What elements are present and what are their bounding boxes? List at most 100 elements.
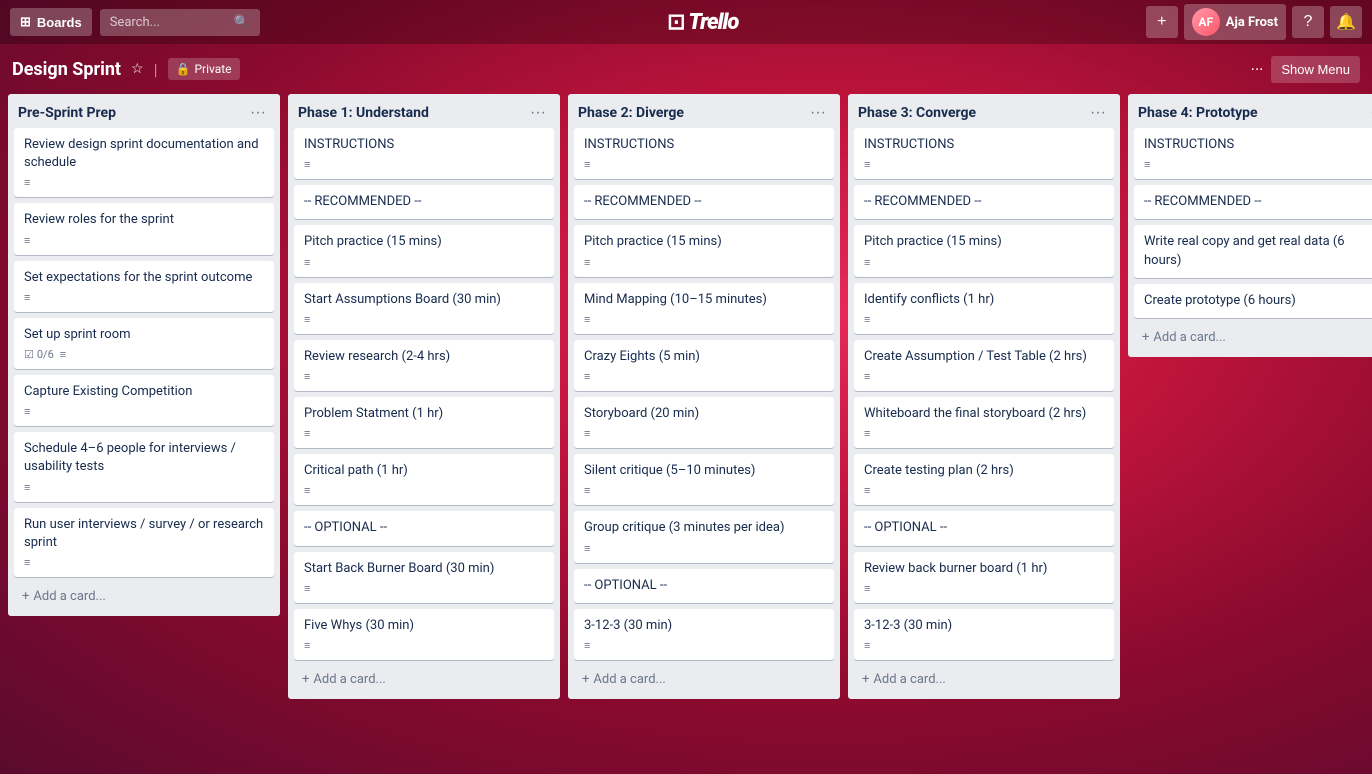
card-p2c6[interactable]: Storyboard (20 min)≡ — [574, 397, 834, 448]
card-c2[interactable]: Review roles for the sprint ≡ — [14, 203, 274, 254]
card-p1c3[interactable]: Pitch practice (15 mins)≡ — [294, 225, 554, 276]
board-header-right: ··· Show Menu — [1251, 56, 1360, 83]
card-title-p3c10: 3-12-3 (30 min) — [864, 617, 1104, 635]
info-button[interactable]: ? — [1292, 6, 1324, 38]
card-footer-p1c5: ≡ — [304, 370, 544, 383]
search-placeholder: Search... — [110, 15, 160, 30]
card-p4c1[interactable]: INSTRUCTIONS ≡ — [1134, 128, 1372, 179]
card-p1c2[interactable]: -- RECOMMENDED -- — [294, 185, 554, 219]
list-menu-button-phase4[interactable]: ··· — [1366, 102, 1372, 124]
card-title-p2c6: Storyboard (20 min) — [584, 405, 824, 423]
star-icon[interactable]: ☆ — [131, 61, 144, 77]
card-p1c9[interactable]: Start Back Burner Board (30 min)≡ — [294, 552, 554, 603]
card-footer-p1c3: ≡ — [304, 256, 544, 269]
list-cards-phase1: INSTRUCTIONS≡ -- RECOMMENDED -- Pitch prac… — [288, 128, 560, 666]
card-title-c4: Set up sprint room — [24, 326, 264, 344]
card-lines-icon-p2c7: ≡ — [584, 484, 590, 497]
card-p1c7[interactable]: Critical path (1 hr)≡ — [294, 454, 554, 505]
add-card-button-phase2[interactable]: + Add a card... — [574, 666, 834, 693]
card-lines-icon-c5: ≡ — [24, 405, 30, 418]
card-title-c2: Review roles for the sprint — [24, 211, 264, 229]
boards-button[interactable]: ⊞ Boards — [10, 8, 92, 36]
card-c3[interactable]: Set expectations for the sprint outcome≡ — [14, 261, 274, 312]
card-lines-icon-c3: ≡ — [24, 291, 30, 304]
list-title-phase4: Phase 4: Prototype — [1138, 105, 1258, 121]
list-phase1: Phase 1: Understand···INSTRUCTIONS≡-- RE… — [288, 94, 560, 699]
card-title-p3c3: Pitch practice (15 mins) — [864, 233, 1104, 251]
add-card-button-pre-sprint[interactable]: + Add a card... — [14, 583, 274, 610]
trello-grid-icon: ⊡ — [667, 10, 684, 35]
checklist-icon: ☑ — [24, 348, 34, 361]
card-p1c6[interactable]: Problem Statment (1 hr)≡ — [294, 397, 554, 448]
card-p2c4[interactable]: Mind Mapping (10–15 minutes)≡ — [574, 283, 834, 334]
add-card-button-phase1[interactable]: + Add a card... — [294, 666, 554, 693]
separator: | — [154, 60, 158, 79]
card-p3c3[interactable]: Pitch practice (15 mins)≡ — [854, 225, 1114, 276]
card-p3c10[interactable]: 3-12-3 (30 min)≡ — [854, 609, 1114, 660]
top-nav: ⊞ Boards Search... 🔍 ⊡ Trello + AF Aja F… — [0, 0, 1372, 44]
card-p3c8[interactable]: -- OPTIONAL -- — [854, 511, 1114, 545]
board-header: Design Sprint ☆ | 🔒 Private ··· Show Men… — [0, 44, 1372, 94]
card-title-p2c1: INSTRUCTIONS — [584, 136, 824, 154]
card-p2c10[interactable]: 3-12-3 (30 min)≡ — [574, 609, 834, 660]
card-p2c5[interactable]: Crazy Eights (5 min)≡ — [574, 340, 834, 391]
card-p1c4[interactable]: Start Assumptions Board (30 min)≡ — [294, 283, 554, 334]
card-p4c3[interactable]: Write real copy and get real data (6 hou… — [1134, 225, 1372, 277]
card-c1[interactable]: Review design sprint documentation and s… — [14, 128, 274, 197]
show-menu-button[interactable]: Show Menu — [1271, 56, 1360, 83]
notifications-button[interactable]: 🔔 — [1330, 6, 1362, 38]
card-p2c9[interactable]: -- OPTIONAL -- — [574, 569, 834, 603]
card-p3c7[interactable]: Create testing plan (2 hrs)≡ — [854, 454, 1114, 505]
add-button[interactable]: + — [1146, 6, 1178, 38]
card-lines-icon-p4c1: ≡ — [1144, 158, 1150, 171]
card-p4c2[interactable]: -- RECOMMENDED -- — [1134, 185, 1372, 219]
user-menu[interactable]: AF Aja Frost — [1184, 4, 1286, 40]
list-header-phase2: Phase 2: Diverge··· — [568, 94, 840, 128]
search-bar[interactable]: Search... 🔍 — [100, 9, 260, 36]
list-menu-button-phase2[interactable]: ··· — [806, 102, 830, 124]
plus-icon: + — [582, 672, 589, 687]
card-title-p3c5: Create Assumption / Test Table (2 hrs) — [864, 348, 1104, 366]
user-name: Aja Frost — [1226, 15, 1278, 30]
card-lines-icon-c2: ≡ — [24, 234, 30, 247]
card-c4[interactable]: Set up sprint room☑ 0/6≡ — [14, 318, 274, 369]
add-card-label: Add a card... — [313, 672, 385, 687]
card-title-p4c1: INSTRUCTIONS — [1144, 136, 1372, 154]
card-p3c9[interactable]: Review back burner board (1 hr)≡ — [854, 552, 1114, 603]
list-menu-button-phase1[interactable]: ··· — [526, 102, 550, 124]
card-title-p3c1: INSTRUCTIONS — [864, 136, 1104, 154]
list-menu-button-phase3[interactable]: ··· — [1086, 102, 1110, 124]
card-p2c1[interactable]: INSTRUCTIONS≡ — [574, 128, 834, 179]
add-card-button-phase4[interactable]: + Add a card... — [1134, 324, 1372, 351]
card-p3c4[interactable]: Identify conflicts (1 hr)≡ — [854, 283, 1114, 334]
card-footer-p1c7: ≡ — [304, 484, 544, 497]
lock-icon: 🔒 — [176, 62, 191, 76]
list-phase4: Phase 4: Prototype ··· INSTRUCTIONS ≡ -- REC… — [1128, 94, 1372, 357]
card-p1c8[interactable]: -- OPTIONAL -- — [294, 511, 554, 545]
card-p1c5[interactable]: Review research (2-4 hrs)≡ — [294, 340, 554, 391]
card-p4c4[interactable]: Create prototype (6 hours) — [1134, 284, 1372, 318]
card-p1c10[interactable]: Five Whys (30 min)≡ — [294, 609, 554, 660]
card-footer-p2c7: ≡ — [584, 484, 824, 497]
private-label: Private — [194, 62, 231, 76]
card-lines-icon-p1c5: ≡ — [304, 370, 310, 383]
card-p1c1[interactable]: INSTRUCTIONS≡ — [294, 128, 554, 179]
card-footer-p2c5: ≡ — [584, 370, 824, 383]
avatar: AF — [1192, 8, 1220, 36]
card-footer-p2c3: ≡ — [584, 256, 824, 269]
private-badge[interactable]: 🔒 Private — [168, 58, 240, 80]
card-c7[interactable]: Run user interviews / survey / or resear… — [14, 508, 274, 577]
card-c5[interactable]: Capture Existing Competition≡ — [14, 375, 274, 426]
add-card-button-phase3[interactable]: + Add a card... — [854, 666, 1114, 693]
card-p2c8[interactable]: Group critique (3 minutes per idea)≡ — [574, 511, 834, 562]
card-p2c2[interactable]: -- RECOMMENDED -- — [574, 185, 834, 219]
card-c6[interactable]: Schedule 4–6 people for interviews / usa… — [14, 432, 274, 501]
card-p2c3[interactable]: Pitch practice (15 mins)≡ — [574, 225, 834, 276]
card-p3c2[interactable]: -- RECOMMENDED -- — [854, 185, 1114, 219]
card-p3c6[interactable]: Whiteboard the final storyboard (2 hrs)≡ — [854, 397, 1114, 448]
list-menu-button-pre-sprint[interactable]: ··· — [246, 102, 270, 124]
card-p2c7[interactable]: Silent critique (5–10 minutes)≡ — [574, 454, 834, 505]
card-title-p3c2: -- RECOMMENDED -- — [864, 193, 1104, 211]
card-p3c1[interactable]: INSTRUCTIONS≡ — [854, 128, 1114, 179]
card-p3c5[interactable]: Create Assumption / Test Table (2 hrs)≡ — [854, 340, 1114, 391]
